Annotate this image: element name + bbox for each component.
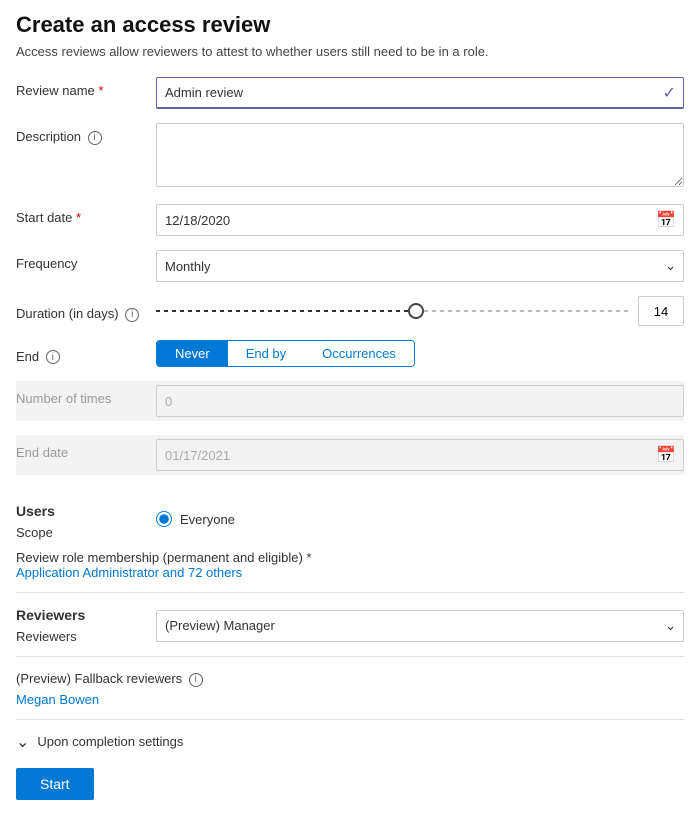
users-section-labels: Users Scope [16,503,156,540]
start-date-label: Start date * [16,204,156,225]
duration-slider-wrap [156,301,628,321]
scope-everyone-label: Everyone [180,512,235,527]
start-date-field-wrap: 📅 [156,204,684,236]
reviewers-header: Reviewers [16,607,156,623]
end-never-button[interactable]: Never [157,341,228,366]
frequency-field-wrap: Monthly Weekly Quarterly Annually One ti… [156,250,684,282]
fallback-reviewer-link[interactable]: Megan Bowen [16,692,99,707]
start-date-input[interactable] [156,204,684,236]
review-role-required: * [306,550,311,565]
end-date-input[interactable] [156,439,684,471]
end-toggle-wrap: Never End by Occurrences [156,340,684,367]
reviewers-section-labels: Reviewers Reviewers [16,607,156,644]
review-name-label: Review name * [16,77,156,98]
completion-label: Upon completion settings [37,734,183,749]
review-role-section: Review role membership (permanent and el… [16,550,684,580]
duration-field-wrap [156,296,684,326]
review-name-field-wrap: ✓ [156,77,684,109]
reviewers-section: Reviewers Reviewers (Preview) Manager Se… [16,607,684,644]
scope-everyone-radio[interactable] [156,511,172,527]
end-by-button[interactable]: End by [228,341,304,366]
review-role-label: Review role membership (permanent and el… [16,550,303,565]
section-divider-1 [16,592,684,593]
end-date-calendar-icon: 📅 [656,445,676,465]
end-occurrences-button[interactable]: Occurrences [304,341,414,366]
end-date-field-wrap: 📅 [156,439,684,471]
users-section: Users Scope Everyone [16,503,684,540]
duration-info-icon: i [125,308,139,322]
section-divider-3 [16,719,684,720]
end-date-label: End date [16,439,156,460]
subtitle: Access reviews allow reviewers to attest… [16,44,684,59]
number-of-times-input[interactable] [156,385,684,417]
duration-label: Duration (in days) i [16,300,156,322]
users-header: Users [16,503,156,519]
description-input[interactable] [156,123,684,187]
reviewers-select-wrap-outer: (Preview) Manager Selected users Members… [156,610,684,642]
start-button[interactable]: Start [16,768,94,800]
fallback-section: (Preview) Fallback reviewers i Megan Bow… [16,671,684,707]
fallback-info-icon: i [189,673,203,687]
start-date-calendar-icon[interactable]: 📅 [656,210,676,230]
number-of-times-label: Number of times [16,385,156,406]
check-icon: ✓ [663,83,676,103]
frequency-select[interactable]: Monthly Weekly Quarterly Annually One ti… [156,250,684,282]
number-of-times-field-wrap [156,385,684,417]
review-name-input[interactable] [156,77,684,109]
reviewers-label: Reviewers [16,629,156,644]
end-label: End i [16,343,156,365]
end-toggle-group: Never End by Occurrences [156,340,415,367]
reviewers-select[interactable]: (Preview) Manager Selected users Members… [156,610,684,642]
completion-settings-row[interactable]: ⌄ Upon completion settings [16,732,684,752]
review-role-link[interactable]: Application Administrator and 72 others [16,565,242,580]
completion-chevron-icon: ⌄ [16,732,29,752]
description-field-wrap [156,123,684,190]
end-info-icon: i [46,350,60,364]
section-divider-2 [16,656,684,657]
description-label: Description i [16,123,156,145]
scope-label: Scope [16,521,156,540]
fallback-label: (Preview) Fallback reviewers [16,671,182,686]
page-title: Create an access review [16,12,684,38]
scope-options-wrap: Everyone [156,503,684,527]
description-info-icon: i [88,131,102,145]
frequency-label: Frequency [16,250,156,271]
duration-value-input[interactable] [638,296,684,326]
